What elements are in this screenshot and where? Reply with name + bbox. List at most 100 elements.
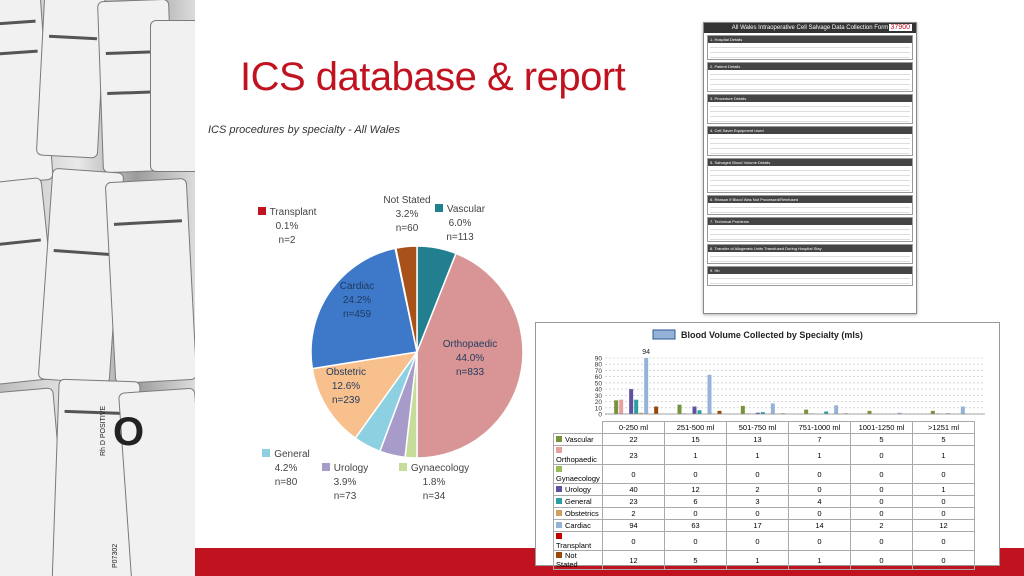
series-name: Not Stated xyxy=(553,550,603,570)
table-cell: 0 xyxy=(726,507,789,520)
x-category-label: 751-1000 ml xyxy=(788,421,851,434)
table-cell: 15 xyxy=(664,433,727,446)
pie-label-count: n=239 xyxy=(331,395,361,406)
table-cell: 0 xyxy=(788,464,851,484)
table-row: Not Stated 12 5 1 1 0 0 xyxy=(553,550,975,570)
table-cell: 12 xyxy=(664,483,727,496)
pie-label-gynaecology: Gynaecology 1.8% n=34 xyxy=(394,462,474,504)
pie-label-percent: 12.6% xyxy=(331,381,361,392)
bar-vascular-2 xyxy=(740,405,745,414)
series-name: General xyxy=(553,495,603,508)
table-row: General 23 6 3 4 0 0 xyxy=(553,495,975,508)
table-cell: 3 xyxy=(726,495,789,508)
table-cell: 1 xyxy=(912,445,975,465)
table-header-row: 0-250 ml 251-500 ml 501-750 ml 751-1000 ml 1… xyxy=(554,421,975,434)
bar-vascular-3 xyxy=(804,409,809,414)
bar-vascular-4 xyxy=(867,410,872,414)
bar-vascular-1 xyxy=(677,404,682,414)
table-cell: 14 xyxy=(788,519,851,532)
table-cell: 5 xyxy=(664,550,727,570)
y-tick-label: 10 xyxy=(595,405,603,412)
y-tick-label: 80 xyxy=(595,362,603,369)
table-cell: 1 xyxy=(788,445,851,465)
table-row: Urology 40 12 2 0 0 1 xyxy=(553,483,975,496)
bar-chart: Blood Volume Collected by Specialty (mls… xyxy=(595,329,985,419)
pie-label-count: n=2 xyxy=(278,235,296,246)
table-cell: 0 xyxy=(912,531,975,551)
bar-vascular-0 xyxy=(614,400,619,414)
pie-label-count: n=80 xyxy=(274,477,298,488)
pie-label-count: n=459 xyxy=(342,309,372,320)
x-category-label: 0-250 ml xyxy=(602,421,665,434)
bar-urology-0 xyxy=(629,389,634,414)
y-tick-label: 0 xyxy=(598,412,602,419)
pie-label-name: Cardiac xyxy=(339,281,375,292)
bar-cardiac-3 xyxy=(834,405,839,414)
table-cell: 17 xyxy=(726,519,789,532)
table-cell: 0 xyxy=(912,495,975,508)
legend-swatch xyxy=(398,463,407,471)
pie-label-name: Urology xyxy=(333,463,369,474)
table-cell: 7 xyxy=(788,433,851,446)
table-cell: 0 xyxy=(664,531,727,551)
pie-label-orthopaedic: Orthopaedic 44.0% n=833 xyxy=(430,338,510,380)
bar-general-0 xyxy=(634,399,639,414)
table-row: Gynaecology 0 0 0 0 0 0 xyxy=(553,464,975,484)
series-label: Obstetrics xyxy=(565,509,599,518)
series-name: Cardiac xyxy=(553,519,603,532)
table-cell: 94 xyxy=(602,519,665,532)
pie-label-percent: 1.8% xyxy=(422,477,446,488)
series-swatch xyxy=(556,486,562,492)
series-swatch xyxy=(556,533,562,539)
pie-label-general: General 4.2% n=80 xyxy=(246,448,326,490)
pie-label-name: Orthopaedic xyxy=(442,339,498,350)
pie-label-count: n=833 xyxy=(455,367,485,378)
table-cell: 0 xyxy=(788,531,851,551)
series-name: Vascular xyxy=(553,433,603,446)
series-swatch xyxy=(556,466,562,472)
table-cell: 2 xyxy=(602,507,665,520)
table-row: Vascular 22 15 13 7 5 5 xyxy=(553,433,975,446)
pie-label-percent: 4.2% xyxy=(274,463,298,474)
table-cell: 1 xyxy=(726,445,789,465)
table-cell: 23 xyxy=(602,445,665,465)
pie-label-percent: 3.2% xyxy=(395,209,419,220)
table-cell: 0 xyxy=(602,531,665,551)
table-cell: 5 xyxy=(850,433,913,446)
series-name: Transplant xyxy=(553,531,603,551)
pie-label-name: Gynaecology xyxy=(410,463,470,474)
bar-not-stated-0 xyxy=(654,406,659,414)
table-cell: 0 xyxy=(664,507,727,520)
pie-label-percent: 44.0% xyxy=(455,353,485,364)
table-cell: 63 xyxy=(664,519,727,532)
bar-orthopaedic-0 xyxy=(619,399,624,414)
series-swatch xyxy=(556,552,562,558)
table-cell: 0 xyxy=(850,464,913,484)
pie-label-cardiac: Cardiac 24.2% n=459 xyxy=(317,280,397,322)
pie-label-name: Transplant xyxy=(269,207,317,218)
table-cell: 0 xyxy=(726,464,789,484)
bar-general-1 xyxy=(697,410,702,414)
series-label: Vascular xyxy=(565,435,594,444)
table-cell: 0 xyxy=(788,507,851,520)
pie-label-not-stated: Not Stated 3.2% n=60 xyxy=(367,194,447,236)
chart-legend-swatch xyxy=(652,329,676,340)
table-cell: 0 xyxy=(850,531,913,551)
table-cell: 0 xyxy=(912,550,975,570)
pie-label-transplant: Transplant 0.1% n=2 xyxy=(247,206,327,248)
series-name: Gynaecology xyxy=(553,464,603,484)
table-cell: 1 xyxy=(912,483,975,496)
pie-label-name: Not Stated xyxy=(383,195,431,206)
pie-label-obstetric: Obstetric 12.6% n=239 xyxy=(306,366,386,408)
legend-swatch xyxy=(257,207,266,215)
table-row: Cardiac 94 63 17 14 2 12 xyxy=(553,519,975,532)
y-tick-label: 50 xyxy=(595,380,603,387)
bar-chart-table: 0-250 ml 251-500 ml 501-750 ml 751-1000 ml 1… xyxy=(553,421,975,570)
y-tick-label: 60 xyxy=(595,374,603,381)
series-name: Urology xyxy=(553,483,603,496)
chart-title: Blood Volume Collected by Specialty (mls… xyxy=(681,330,863,340)
y-tick-label: 90 xyxy=(595,356,603,363)
series-swatch xyxy=(556,447,562,453)
table-cell: 0 xyxy=(664,464,727,484)
x-category-label: 251-500 ml xyxy=(664,421,727,434)
